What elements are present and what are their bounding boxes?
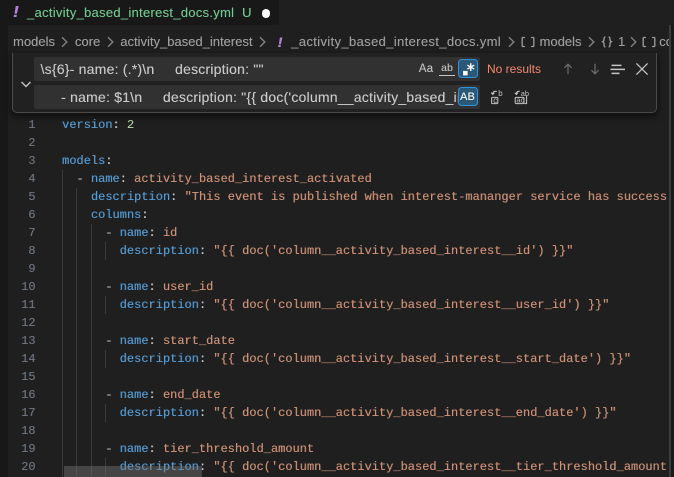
svg-text:b: b [498, 89, 503, 98]
svg-text:ac: ac [516, 96, 524, 105]
svg-text:c: c [493, 96, 497, 105]
